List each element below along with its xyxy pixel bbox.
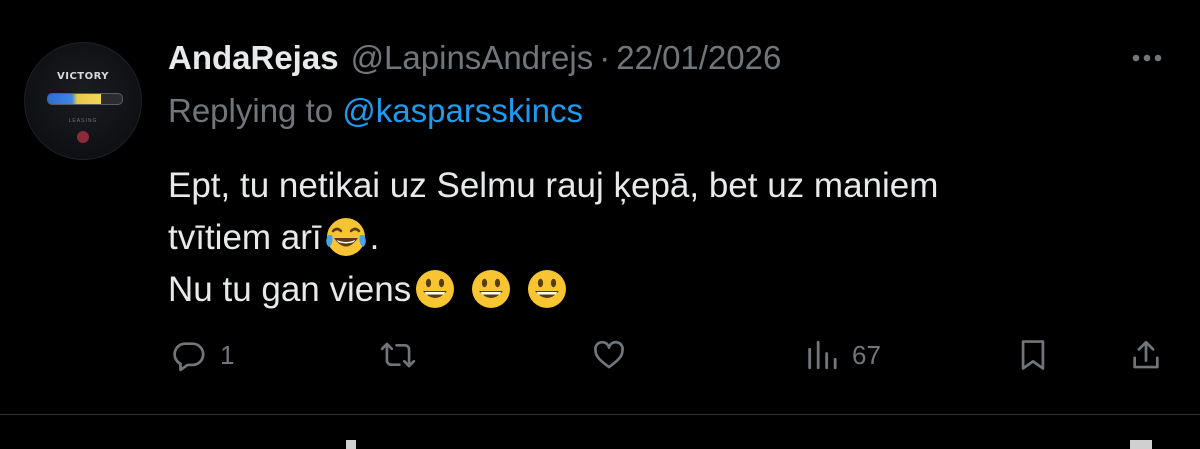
tweet-text-line-2: tvītiem arī . — [168, 212, 1148, 264]
tweet-actions: 1 67 — [168, 330, 1168, 380]
grinning-face-emoji — [472, 270, 511, 308]
heart-icon — [594, 340, 624, 369]
replying-to-label: Replying to — [168, 92, 334, 129]
next-tweet-peek — [346, 440, 356, 449]
tweet-date[interactable]: 22/01/2026 — [616, 39, 781, 77]
tweet-text-line-2-end: . — [369, 218, 380, 257]
retweet-icon — [380, 342, 416, 368]
bookmark-icon — [1021, 340, 1045, 370]
separator-dot: · — [599, 39, 611, 76]
tweet-text-line-3: Nu tu gan viens — [168, 264, 1148, 316]
avatar-emblem — [77, 131, 89, 143]
retweet-button[interactable] — [380, 330, 430, 380]
tweet-divider — [0, 414, 1200, 415]
views-button[interactable]: 67 — [804, 330, 881, 380]
next-tweet-peek — [1130, 440, 1152, 449]
avatar-logo-subtext: LEASING — [68, 118, 98, 124]
grinning-face-emoji — [416, 270, 455, 308]
like-button[interactable] — [592, 330, 640, 380]
user-handle[interactable]: @LapinsAndrejs — [351, 39, 594, 77]
reply-button[interactable]: 1 — [172, 330, 234, 380]
tweet[interactable]: VICTORY LEASING AndaRejas @LapinsAndrejs… — [0, 0, 1200, 414]
avatar-logo-bar-fill — [48, 94, 102, 104]
more-icon — [1132, 54, 1162, 62]
avatar-logo-bar — [47, 93, 123, 105]
avatar-logo-text: VICTORY — [56, 71, 109, 82]
share-icon — [1133, 340, 1159, 369]
views-count: 67 — [852, 339, 881, 370]
more-options-button[interactable] — [1132, 46, 1162, 70]
tweet-text-line-2-text: tvītiem arī — [168, 218, 322, 257]
reply-count: 1 — [220, 339, 235, 370]
avatar[interactable]: VICTORY LEASING — [24, 42, 142, 160]
tweet-header: AndaRejas @LapinsAndrejs · 22/01/2026 — [168, 36, 781, 80]
grinning-face-emoji — [528, 270, 567, 308]
tweet-text-line-3-text: Nu tu gan viens — [168, 270, 412, 309]
display-name[interactable]: AndaRejas — [168, 39, 339, 77]
views-icon — [808, 340, 837, 370]
replying-to: Replying to @kasparsskincs — [168, 92, 583, 130]
reply-icon — [173, 342, 205, 372]
tears-of-joy-emoji — [325, 218, 366, 256]
share-button[interactable] — [1130, 330, 1162, 380]
tweet-text-line-1: Ept, tu netikai uz Selmu rauj ķepā, bet … — [168, 166, 939, 205]
tweet-text: Ept, tu netikai uz Selmu rauj ķepā, bet … — [168, 160, 1148, 316]
reply-mention-link[interactable]: @kasparsskincs — [342, 92, 583, 129]
bookmark-button[interactable] — [1018, 330, 1048, 380]
